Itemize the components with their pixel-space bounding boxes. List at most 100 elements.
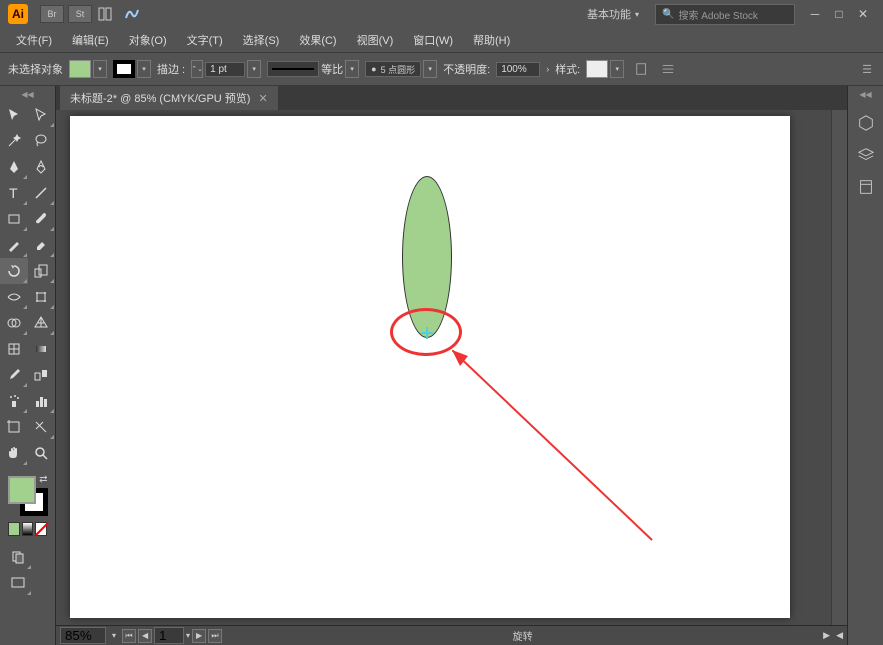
mesh-tool[interactable] [0,336,28,362]
curvature-tool[interactable] [28,154,56,180]
control-menu-icon[interactable]: ☰ [859,62,875,76]
direct-selection-tool[interactable] [28,102,56,128]
color-mode-gradient[interactable] [22,522,34,536]
stroke-weight-input[interactable] [205,62,245,77]
symbol-sprayer-tool[interactable] [0,388,28,414]
preferences-icon[interactable] [660,62,676,76]
zoom-tool[interactable] [28,440,56,466]
zoom-dropdown-icon[interactable]: ▾ [112,631,116,640]
gpu-preview-icon[interactable] [122,6,142,22]
properties-panel-icon[interactable] [855,112,877,134]
maximize-button[interactable]: □ [827,4,851,24]
color-mode-none[interactable] [35,522,47,536]
shape-builder-tool[interactable] [0,310,28,336]
stroke-weight-down[interactable]: ⌃⌄ [191,60,203,78]
rail-collapse-icon[interactable]: ◀◀ [859,90,871,102]
stock-button[interactable]: St [68,5,92,23]
menu-type[interactable]: 文字(T) [177,29,233,51]
graphic-style-dropdown[interactable]: ▾ [610,60,624,78]
perspective-tool[interactable] [28,310,56,336]
free-transform-tool[interactable] [28,284,56,310]
stroke-profile[interactable] [267,61,319,77]
close-button[interactable]: ✕ [851,4,875,24]
lasso-tool[interactable] [28,128,56,154]
menu-select[interactable]: 选择(S) [233,29,290,51]
tab-close-icon[interactable]: ✕ [258,92,267,105]
document-tabs: 未标题-2* @ 85% (CMYK/GPU 预览) ✕ [56,86,847,110]
menu-object[interactable]: 对象(O) [119,29,177,51]
last-artboard-button[interactable]: ⏭ [208,629,222,643]
minimize-button[interactable]: ─ [803,4,827,24]
search-input[interactable]: 🔍 搜索 Adobe Stock [655,4,795,25]
color-mode-solid[interactable] [8,522,20,536]
prev-artboard-button[interactable]: ◀ [138,629,152,643]
eyedropper-tool[interactable] [0,362,28,388]
menu-effect[interactable]: 效果(C) [289,29,346,51]
style-label: 样式: [555,61,580,77]
document-tab-title: 未标题-2* @ 85% (CMYK/GPU 预览) [70,90,250,106]
rotate-tool[interactable] [0,258,28,284]
rectangle-tool[interactable] [0,206,28,232]
status-hscroll-left[interactable]: ◀ [836,630,843,641]
swap-fill-stroke-icon[interactable]: ⇄ [39,474,47,485]
artboard-number-input[interactable] [154,627,184,644]
canvas-viewport[interactable] [56,110,847,625]
hand-tool[interactable] [0,440,28,466]
fill-dropdown[interactable]: ▾ [93,60,107,78]
selection-tool[interactable] [0,102,28,128]
stroke-swatch[interactable] [113,60,135,78]
status-play-icon[interactable]: ▶ [823,630,830,641]
fill-stroke-swatches[interactable]: ⇄ [8,476,48,516]
arrange-windows-icon[interactable] [96,6,116,22]
document-tab[interactable]: 未标题-2* @ 85% (CMYK/GPU 预览) ✕ [60,86,278,110]
paintbrush-tool[interactable] [28,206,56,232]
column-graph-tool[interactable] [28,388,56,414]
drawing-mode-icon[interactable] [4,544,32,570]
toolbar: ◀◀ T [0,86,56,645]
brush-dropdown[interactable]: ▾ [423,60,437,78]
artboard[interactable] [70,116,790,618]
blend-tool[interactable] [28,362,56,388]
menu-help[interactable]: 帮助(H) [463,29,520,51]
vertical-scrollbar[interactable] [831,110,847,625]
opacity-chevron[interactable]: › [546,64,549,74]
menu-view[interactable]: 视图(V) [347,29,404,51]
toolbar-collapse-icon[interactable]: ◀◀ [0,90,55,102]
artboard-tool[interactable] [0,414,28,440]
stroke-profile-label: 等比 [321,61,343,77]
artboard-dropdown-icon[interactable]: ▾ [186,631,190,640]
bridge-button[interactable]: Br [40,5,64,23]
stroke-profile-dropdown[interactable]: ▾ [345,60,359,78]
doc-setup-icon[interactable] [634,62,650,76]
slice-tool[interactable] [28,414,56,440]
menu-window[interactable]: 窗口(W) [403,29,463,51]
gradient-tool[interactable] [28,336,56,362]
graphic-style-swatch[interactable] [586,60,608,78]
fill-color-swatch[interactable] [8,476,36,504]
shaper-tool[interactable] [0,232,28,258]
stroke-dropdown[interactable]: ▾ [137,60,151,78]
line-tool[interactable] [28,180,56,206]
pen-tool[interactable] [0,154,28,180]
magic-wand-tool[interactable] [0,128,28,154]
opacity-input[interactable] [496,62,540,77]
rotation-center-icon[interactable] [423,329,431,337]
stroke-weight-dropdown[interactable]: ▾ [247,60,261,78]
screen-mode-icon[interactable] [4,570,32,596]
menu-edit[interactable]: 编辑(E) [62,29,119,51]
eraser-tool[interactable] [28,232,56,258]
workspace-label: 基本功能 [587,6,631,22]
libraries-panel-icon[interactable] [855,176,877,198]
control-bar: 未选择对象 ▾ ▾ 描边 : ⌃⌄ ▾ 等比 ▾ ● 5 点圆形 ▾ 不透明度:… [0,52,883,86]
zoom-input[interactable] [60,627,106,644]
brush-definition[interactable]: ● 5 点圆形 [365,61,421,77]
fill-swatch[interactable] [69,60,91,78]
workspace-selector[interactable]: 基本功能 ▾ [579,4,647,24]
width-tool[interactable] [0,284,28,310]
type-tool[interactable]: T [0,180,28,206]
first-artboard-button[interactable]: ⏮ [122,629,136,643]
layers-panel-icon[interactable] [855,144,877,166]
menu-file[interactable]: 文件(F) [6,29,62,51]
next-artboard-button[interactable]: ▶ [192,629,206,643]
scale-tool[interactable] [28,258,56,284]
